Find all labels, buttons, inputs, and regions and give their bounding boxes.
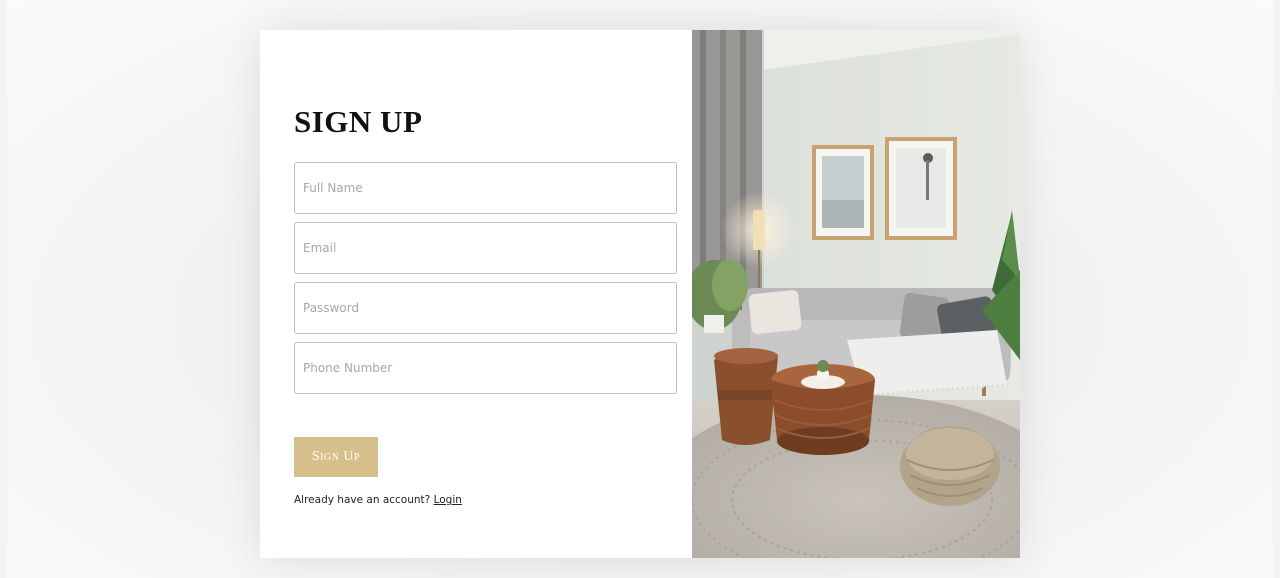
wall-frame-right	[885, 137, 957, 240]
knitted-pouf	[900, 426, 1000, 506]
wall-frame-left	[812, 145, 874, 240]
living-room-illustration	[692, 30, 1020, 558]
page-title: SIGN UP	[294, 104, 423, 139]
signup-card: SIGN UP Sign Up Already have an account?…	[260, 30, 1020, 558]
side-table	[714, 348, 778, 445]
lamp-icon	[753, 210, 765, 250]
login-prompt: Already have an account? Login	[294, 494, 462, 506]
coffee-table	[771, 360, 875, 455]
phone-number-input[interactable]	[294, 342, 677, 394]
full-name-input[interactable]	[294, 162, 677, 214]
password-input[interactable]	[294, 282, 677, 334]
sign-up-button[interactable]: Sign Up	[294, 437, 378, 477]
login-link[interactable]: Login	[434, 494, 462, 506]
living-room-photo	[692, 30, 1020, 558]
email-input[interactable]	[294, 222, 677, 274]
signup-form-panel: SIGN UP Sign Up Already have an account?…	[260, 30, 692, 558]
login-prompt-text: Already have an account?	[294, 494, 431, 506]
